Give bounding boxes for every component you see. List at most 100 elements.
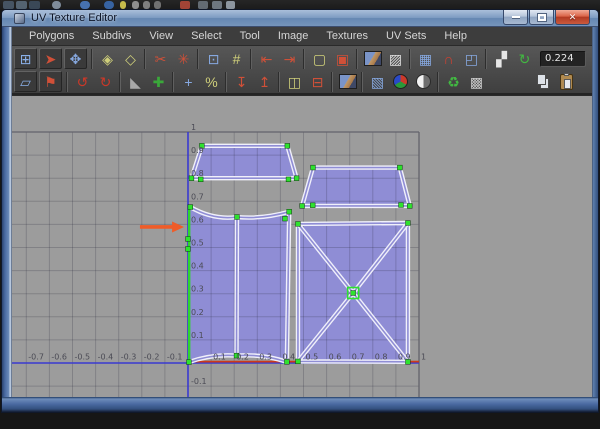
v-axis-label: 0.9: [191, 146, 204, 155]
unfold-along-axis-icon[interactable]: %: [200, 71, 223, 92]
cycle-uvs-icon[interactable]: ♻: [442, 71, 465, 92]
force-editor-refresh-icon[interactable]: ↻: [513, 48, 536, 69]
unfold-uvs-icon[interactable]: +: [177, 71, 200, 92]
copy-uvs-icon[interactable]: [532, 71, 555, 92]
screen: UV Texture Editor ✕ Polygons Subdivs View S…: [0, 0, 600, 429]
shade-uvs-icon[interactable]: ◰: [460, 48, 483, 69]
uv-canvas-panel[interactable]: 1 0.9 0.8 0.7 0.6 0.5 0.4 0.3 0.2 0.1 -0.1 -0.7 -0.6…: [12, 95, 592, 397]
shade-overlapping-icon[interactable]: ▧: [366, 71, 389, 92]
menu-item-image[interactable]: Image: [269, 27, 318, 45]
uv-shell-cap-bottom-uv-point[interactable]: [397, 164, 403, 171]
menu-item-select[interactable]: Select: [182, 27, 231, 45]
background-app-icon: [154, 1, 161, 9]
u-axis-label: -0.6: [51, 353, 67, 362]
move-uv-shell-tool-icon[interactable]: ➤: [39, 48, 62, 69]
uv-shell-cap-top-uv-point[interactable]: [293, 175, 300, 181]
uv-lattice-tool-glyph: ⊞: [19, 50, 32, 67]
flip-v-icon[interactable]: ◇: [119, 48, 142, 69]
uv-shell-cap-bottom[interactable]: [302, 167, 410, 206]
uv-shell-cap-bottom-uv-point[interactable]: [310, 164, 316, 171]
cut-uv-edges-icon[interactable]: ✂: [149, 48, 172, 69]
uv-texture-checker-icon[interactable]: ▞: [490, 48, 513, 69]
snap-uvs-glyph: ⊟: [311, 73, 324, 90]
toggle-grid-icon[interactable]: ▦: [414, 48, 437, 69]
layout-uvs-icon[interactable]: ⊡: [202, 48, 225, 69]
align-uvs-down-glyph: ↧: [235, 73, 248, 90]
uv-shell-body-left-uv-point[interactable]: [185, 246, 191, 252]
menu-item-uv-sets[interactable]: UV Sets: [377, 27, 435, 45]
dither-image-icon[interactable]: ▨: [384, 48, 407, 69]
menu-item-help[interactable]: Help: [435, 27, 476, 45]
rotate-uvs-ccw-glyph: ↺: [76, 73, 89, 90]
rotate-uvs-cw-icon[interactable]: ↻: [94, 71, 117, 92]
uv-shell-body-right-uv-point[interactable]: [350, 290, 356, 296]
snap-uvs-icon[interactable]: ⊟: [306, 71, 329, 92]
edit-image-icon[interactable]: [336, 71, 359, 92]
uv-shell-body-left-uv-point[interactable]: [186, 359, 192, 365]
display-image-icon[interactable]: [361, 48, 384, 69]
menu-item-polygons[interactable]: Polygons: [20, 27, 83, 45]
close-button[interactable]: ✕: [555, 10, 590, 25]
uv-shell-body-right-uv-point[interactable]: [295, 221, 301, 227]
uv-shell-cap-bottom-uv-point[interactable]: [398, 202, 404, 208]
align-uvs-down-icon[interactable]: ↧: [230, 71, 253, 92]
u-axis-label: 0.8: [375, 353, 388, 362]
menu-bar: Polygons Subdivs View Select Tool Image Textur…: [12, 27, 592, 46]
toolbar-separator: [408, 48, 413, 69]
cut-uv-edges-glyph: ✂: [154, 50, 167, 67]
pixel-snap-icon[interactable]: ∩: [437, 48, 460, 69]
background-window-sliver: [0, 0, 600, 10]
uv-lattice-tool-icon[interactable]: ⊞: [14, 48, 37, 69]
uv-shell-body-left-uv-point[interactable]: [234, 214, 240, 220]
uv-value-field[interactable]: [540, 50, 586, 67]
paste-uvs-icon[interactable]: [555, 71, 578, 92]
alpha-channel-icon[interactable]: [412, 71, 435, 92]
v-axis-label: 0.6: [191, 215, 204, 224]
uv-shell-body-left-uv-point[interactable]: [286, 209, 292, 215]
uv-flag-tool-icon[interactable]: ⚑: [39, 71, 62, 92]
align-uvs-left-icon[interactable]: ⇤: [255, 48, 278, 69]
toolbar-separator: [224, 71, 229, 92]
menu-item-textures[interactable]: Textures: [317, 27, 377, 45]
uv-shell-cap-top-uv-point[interactable]: [285, 176, 292, 183]
select-marquee-icon[interactable]: ▢: [308, 48, 331, 69]
uv-shell-body-right-uv-point[interactable]: [295, 358, 301, 365]
maximize-button[interactable]: [529, 10, 554, 25]
flip-triangle-icon[interactable]: ◣: [124, 71, 147, 92]
uv-canvas[interactable]: 1 0.9 0.8 0.7 0.6 0.5 0.4 0.3 0.2 0.1 -0.1 -0.7 -0.6…: [12, 96, 592, 397]
rgb-channels-icon[interactable]: [389, 71, 412, 92]
uv-shell-body-right-uv-point[interactable]: [405, 220, 411, 226]
menu-item-tool[interactable]: Tool: [231, 27, 269, 45]
sew-uv-edges-icon[interactable]: ✳: [172, 48, 195, 69]
uv-shell-body-left-uv-point[interactable]: [185, 236, 191, 242]
uv-skew-lattice-tool-icon[interactable]: ▱: [14, 71, 37, 92]
grid-uvs-icon[interactable]: #: [225, 48, 248, 69]
uv-shell-cap-bottom-uv-point[interactable]: [407, 203, 413, 209]
uv-shell-cap-top-uv-point[interactable]: [284, 143, 290, 149]
align-uvs-right-icon[interactable]: ⇥: [278, 48, 301, 69]
cycle-uvs-glyph: ♻: [447, 73, 460, 90]
toolbar-separator: [90, 48, 95, 69]
uv-smudge-tool-icon[interactable]: ✥: [64, 48, 87, 69]
move-and-sew-icon[interactable]: ✚: [147, 71, 170, 92]
select-face-marquee-icon[interactable]: ▣: [331, 48, 354, 69]
uv-shell-cap-bottom-uv-point[interactable]: [310, 202, 316, 208]
select-shell-pair-icon[interactable]: ◫: [283, 71, 306, 92]
rotate-uvs-ccw-icon[interactable]: ↺: [71, 71, 94, 92]
toolbar-separator: [277, 71, 282, 92]
menu-item-view[interactable]: View: [140, 27, 182, 45]
uv-shell-body-left-uv-point[interactable]: [282, 215, 288, 222]
flip-u-icon[interactable]: ◈: [96, 48, 119, 69]
uv-shell-body-left-uv-point[interactable]: [187, 204, 193, 210]
titlebar[interactable]: UV Texture Editor ✕: [2, 10, 598, 27]
select-shell-pair-glyph: ◫: [287, 73, 302, 90]
menu-item-subdivs[interactable]: Subdivs: [83, 27, 140, 45]
background-app-icon: [180, 1, 190, 9]
checker-map-icon[interactable]: ▩: [465, 71, 488, 92]
uv-shell-cap-bottom-uv-point[interactable]: [299, 203, 305, 209]
uv-smudge-tool-glyph: ✥: [69, 50, 82, 67]
v-axis-label: 0.3: [191, 285, 204, 294]
minimize-button[interactable]: [503, 10, 528, 25]
align-uvs-up-icon[interactable]: ↥: [253, 71, 276, 92]
v-axis-label: -0.1: [191, 377, 207, 386]
